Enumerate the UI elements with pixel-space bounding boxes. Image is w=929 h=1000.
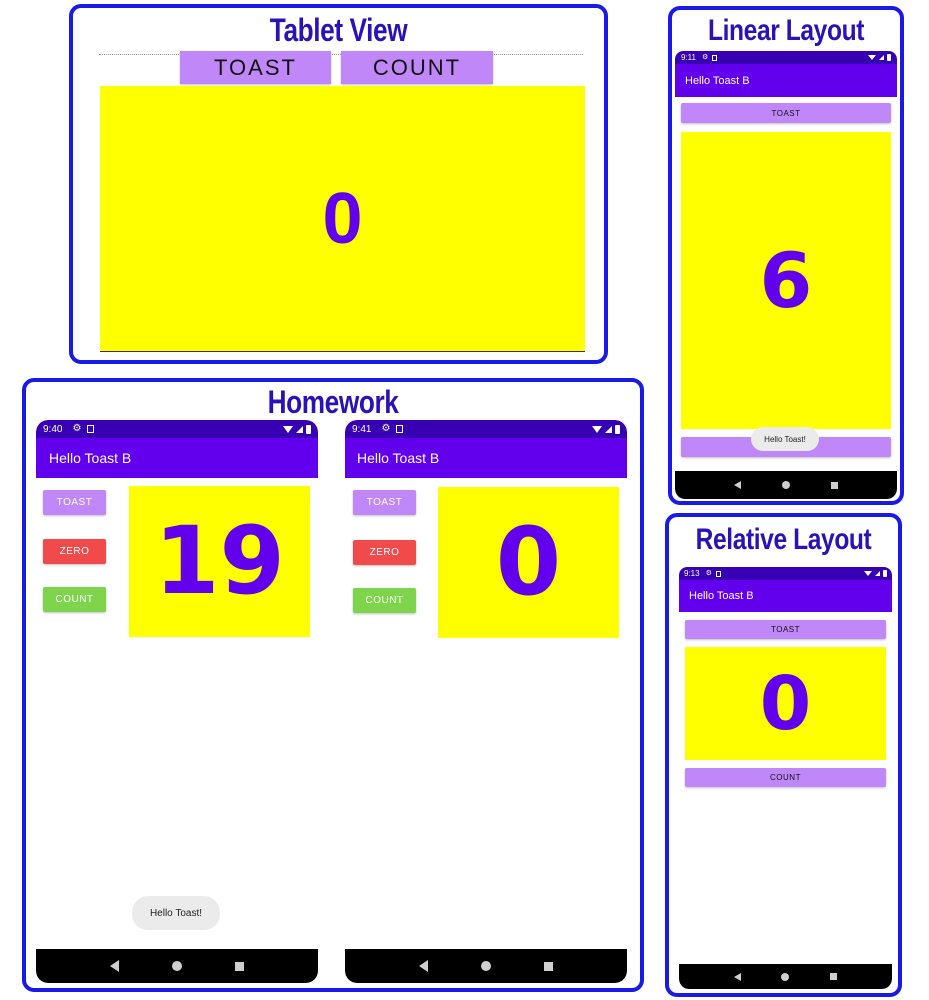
- tablet-toast-button[interactable]: TOAST: [180, 51, 331, 84]
- sd-card-icon: [87, 425, 95, 433]
- relative-phone: 9:13 ⚙ Hello Toast B TOAST 0 COUNT: [679, 567, 892, 989]
- battery-icon: [887, 54, 891, 61]
- relative-count-display: 0: [685, 647, 886, 760]
- app-bar: Hello Toast B: [36, 438, 318, 478]
- app-bar: Hello Toast B: [675, 64, 897, 97]
- app-title: Hello Toast B: [689, 590, 754, 602]
- linear-layout-title: Linear Layout: [708, 14, 864, 47]
- nav-recents-icon[interactable]: [234, 961, 244, 971]
- homework-left-zero-button[interactable]: ZERO: [43, 539, 106, 564]
- homework-right-count-value: 0: [495, 508, 562, 617]
- relative-toast-button[interactable]: TOAST: [685, 620, 886, 639]
- navigation-bar: [36, 949, 318, 983]
- tablet-view-title: Tablet View: [269, 12, 408, 48]
- linear-count-value: 6: [759, 236, 813, 325]
- app-title: Hello Toast B: [685, 74, 750, 87]
- signal-icon: [296, 425, 303, 433]
- toast-message: Hello Toast!: [751, 427, 819, 451]
- linear-count-display: 6: [681, 132, 891, 429]
- homework-right-count-button[interactable]: COUNT: [353, 588, 416, 613]
- toast-message: Hello Toast!: [132, 896, 220, 930]
- homework-right-count-display: 0: [438, 487, 619, 638]
- nav-home-icon[interactable]: [171, 961, 182, 971]
- navigation-bar: [345, 949, 627, 983]
- app-title: Hello Toast B: [49, 450, 132, 466]
- status-bar: 9:11 ⚙: [675, 51, 897, 64]
- status-time: 9:13: [684, 569, 700, 578]
- battery-icon: [883, 570, 887, 577]
- nav-back-icon[interactable]: [733, 481, 741, 489]
- relative-layout-panel: Relative Layout 9:13 ⚙ Hello Toast B TOA…: [665, 513, 902, 997]
- nav-recents-icon[interactable]: [543, 961, 553, 971]
- nav-home-icon[interactable]: [781, 481, 790, 489]
- navigation-bar: [679, 964, 892, 989]
- tablet-count-button[interactable]: COUNT: [341, 51, 493, 84]
- navigation-bar: [675, 471, 897, 499]
- homework-left-count-display: 19: [129, 486, 310, 637]
- nav-back-icon[interactable]: [419, 960, 429, 972]
- relative-count-value: 0: [759, 660, 812, 747]
- nav-back-icon[interactable]: [734, 972, 742, 981]
- sd-card-icon: [396, 425, 404, 433]
- homework-phone-right: 9:41 ⚙ Hello Toast B TOAST ZERO COUNT 0: [345, 420, 627, 983]
- status-bar: 9:41 ⚙: [345, 420, 627, 438]
- nav-recents-icon[interactable]: [829, 973, 837, 980]
- homework-right-zero-button[interactable]: ZERO: [353, 540, 416, 565]
- nav-back-icon[interactable]: [110, 960, 120, 972]
- tablet-count-value: 0: [322, 178, 363, 259]
- relative-layout-title: Relative Layout: [695, 523, 872, 556]
- settings-gear-icon: ⚙: [381, 423, 391, 434]
- tablet-count-display: 0: [100, 86, 585, 352]
- homework-phone-left: 9:40 ⚙ Hello Toast B TOAST ZERO COUNT 19…: [36, 420, 318, 983]
- wifi-icon: [868, 55, 876, 60]
- status-bar: 9:13 ⚙: [679, 567, 892, 580]
- homework-panel: Homework 9:40 ⚙ Hello Toast B TOAST ZERO…: [22, 378, 644, 992]
- settings-gear-icon: ⚙: [705, 570, 712, 577]
- sd-card-icon: [712, 54, 718, 61]
- battery-icon: [615, 424, 620, 434]
- linear-layout-panel: Linear Layout 9:11 ⚙ Hello Toast B TOAST…: [668, 6, 904, 505]
- app-bar: Hello Toast B: [679, 580, 892, 612]
- homework-left-toast-button[interactable]: TOAST: [43, 490, 106, 515]
- signal-icon: [875, 571, 880, 576]
- settings-gear-icon: ⚙: [701, 54, 709, 61]
- homework-title: Homework: [267, 384, 399, 420]
- nav-recents-icon[interactable]: [831, 481, 839, 489]
- signal-icon: [879, 55, 884, 60]
- wifi-icon: [592, 425, 602, 433]
- status-time: 9:11: [681, 53, 696, 62]
- sd-card-icon: [715, 570, 721, 577]
- tablet-view-panel: Tablet View TOAST COUNT 0: [69, 4, 608, 364]
- homework-left-count-value: 19: [154, 507, 285, 616]
- homework-left-count-button[interactable]: COUNT: [43, 587, 106, 612]
- wifi-icon: [283, 425, 293, 433]
- homework-right-toast-button[interactable]: TOAST: [353, 490, 416, 515]
- battery-icon: [306, 424, 311, 434]
- wifi-icon: [864, 571, 872, 576]
- app-title: Hello Toast B: [357, 450, 440, 466]
- status-bar: 9:40 ⚙: [36, 420, 318, 438]
- relative-count-button[interactable]: COUNT: [685, 768, 886, 787]
- signal-icon: [605, 425, 612, 433]
- app-bar: Hello Toast B: [345, 438, 627, 478]
- status-time: 9:41: [352, 423, 372, 435]
- linear-toast-button[interactable]: TOAST: [681, 103, 891, 123]
- nav-home-icon[interactable]: [480, 961, 491, 971]
- status-time: 9:40: [43, 423, 63, 435]
- nav-home-icon[interactable]: [781, 972, 790, 981]
- linear-phone: 9:11 ⚙ Hello Toast B TOAST 6 COUNT Hello…: [675, 51, 897, 499]
- settings-gear-icon: ⚙: [72, 423, 82, 434]
